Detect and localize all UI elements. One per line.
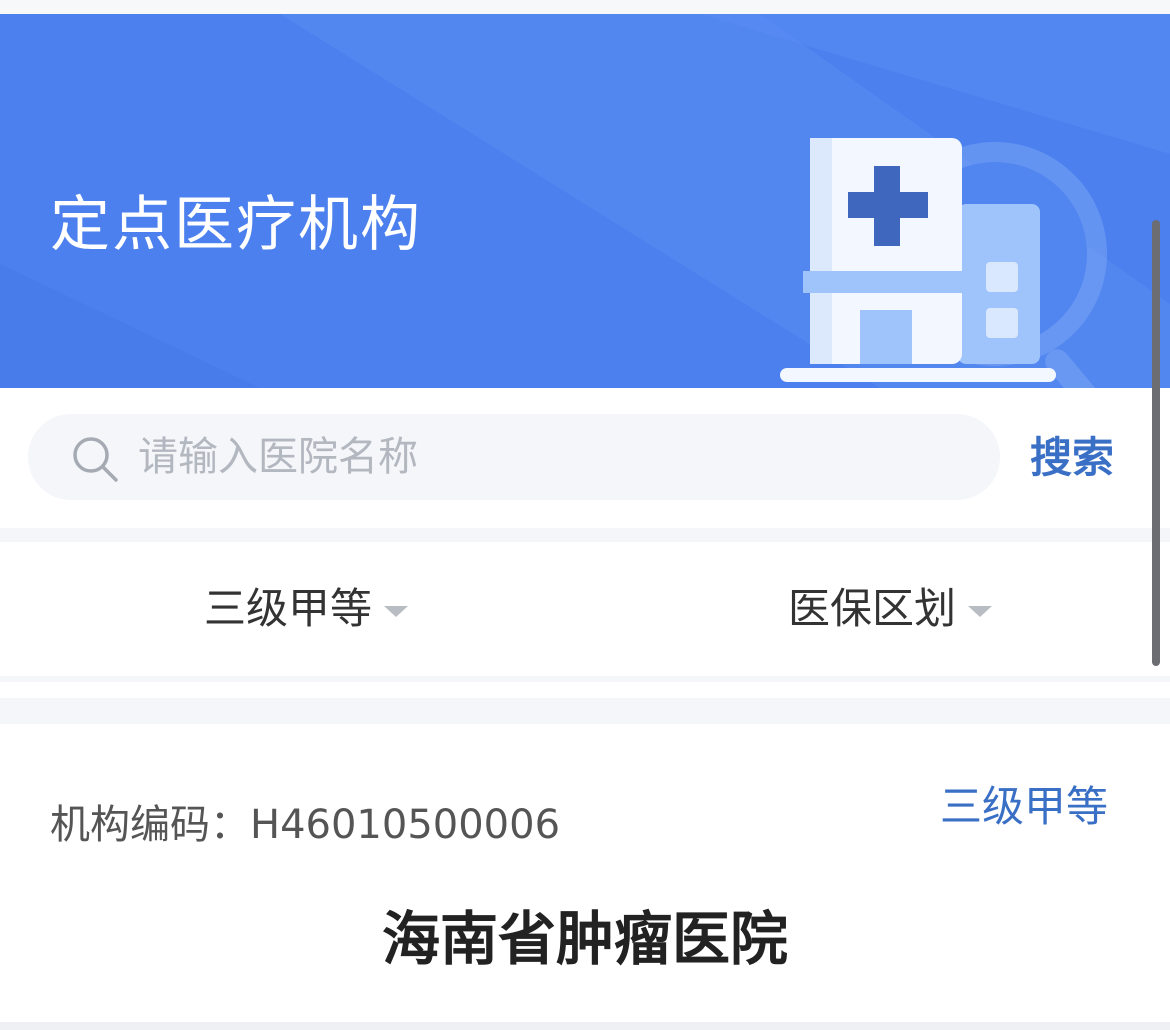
top-strip	[0, 0, 1170, 14]
page: 定点医疗机构 请输入医院名称 搜索 三级甲等 医保区划 机构编码：H460105…	[0, 0, 1170, 1030]
insurance-region-filter-label: 医保区划	[788, 584, 957, 633]
search-bar: 搜索	[0, 388, 1170, 528]
caret-down-icon	[384, 606, 409, 617]
hospital-level-filter[interactable]: 三级甲等	[204, 582, 409, 636]
search-icon	[73, 437, 118, 482]
search-button[interactable]: 搜索	[1012, 428, 1132, 488]
hospital-level-filter-label: 三级甲等	[204, 584, 373, 633]
institution-code: 机构编码：H46010500006	[50, 798, 560, 852]
card-divider	[0, 1022, 1170, 1030]
search-box[interactable]	[28, 414, 1000, 500]
institution-code-label: 机构编码：	[50, 802, 250, 848]
hospital-name: 海南省肿瘤医院	[381, 905, 788, 973]
hospital-building-icon	[780, 138, 1107, 388]
hospital-grade-badge: 三级甲等	[940, 782, 1109, 831]
filter-bar: 三级甲等 医保区划	[0, 542, 1170, 676]
vertical-scrollbar[interactable]	[1152, 220, 1160, 666]
insurance-region-filter[interactable]: 医保区划	[788, 582, 993, 636]
section-divider	[0, 528, 1170, 542]
header-banner: 定点医疗机构	[0, 14, 1170, 388]
section-divider	[0, 676, 1170, 724]
page-title: 定点医疗机构	[50, 190, 422, 260]
hospital-card[interactable]: 机构编码：H46010500006 三级甲等 海南省肿瘤医院	[0, 724, 1170, 1030]
institution-code-value: H46010500006	[250, 802, 561, 848]
search-input[interactable]	[138, 426, 958, 488]
caret-down-icon	[968, 606, 993, 617]
